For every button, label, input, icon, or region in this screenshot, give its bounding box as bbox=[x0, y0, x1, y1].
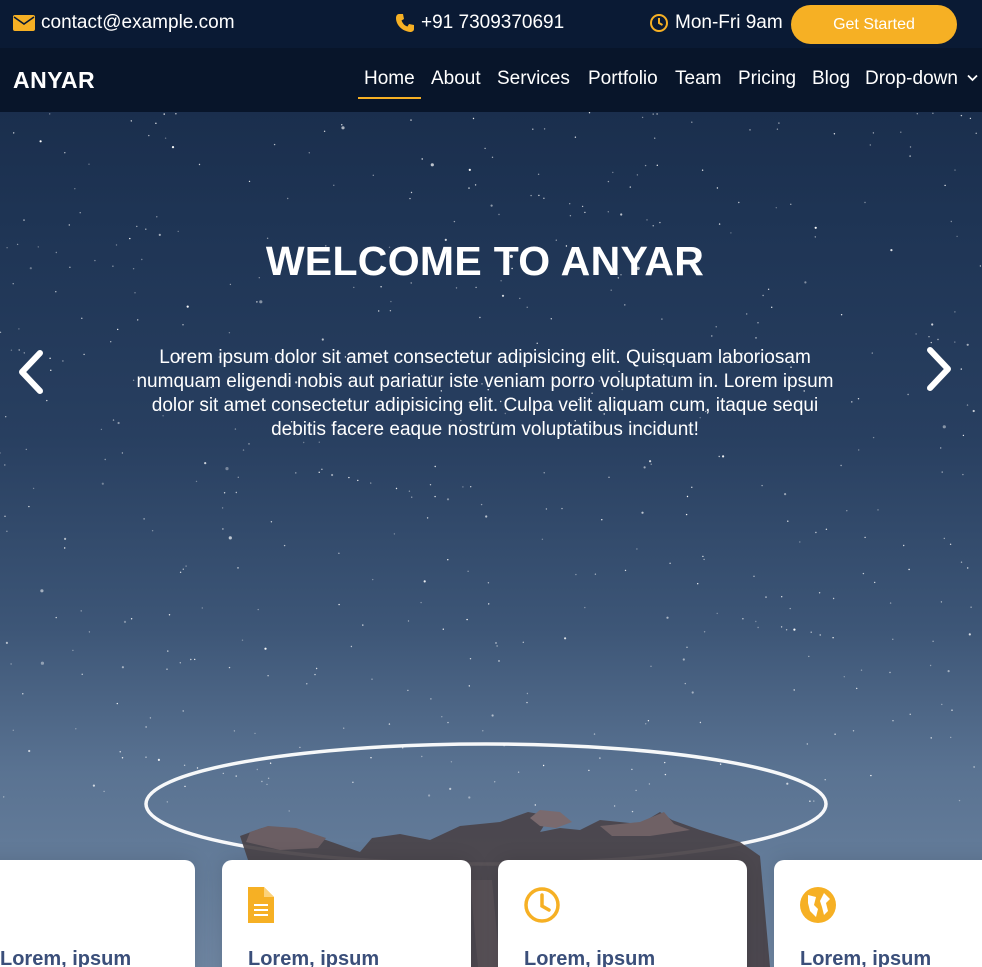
service-card-3[interactable]: Lorem, ipsum bbox=[498, 860, 747, 967]
rock-formation-image bbox=[144, 742, 828, 967]
topbar-hours-text: Mon-Fri 9am bbox=[675, 12, 783, 33]
nav-item-team[interactable]: Team bbox=[675, 68, 721, 90]
document-icon bbox=[248, 887, 274, 923]
clock-icon bbox=[650, 14, 668, 32]
globe-icon bbox=[800, 887, 836, 923]
topbar-email-text[interactable]: contact@example.com bbox=[41, 12, 235, 34]
topbar-email[interactable]: contact@example.com bbox=[13, 11, 235, 35]
sun-icon bbox=[0, 885, 12, 921]
hero-title: WELCOME TO ANYAR bbox=[265, 238, 705, 284]
nav-item-dropdown[interactable]: Drop-down bbox=[865, 68, 978, 90]
navbar: ANYAR Home About Services Portfolio Team… bbox=[0, 48, 982, 112]
card-title: Lorem, ipsum bbox=[248, 948, 380, 967]
chevron-left-icon[interactable] bbox=[14, 349, 44, 395]
envelope-icon bbox=[13, 15, 35, 31]
service-card-1[interactable]: Lorem, ipsum bbox=[0, 860, 195, 967]
topbar-phone[interactable]: +91 7309370691 bbox=[395, 11, 564, 35]
phone-icon bbox=[396, 14, 414, 32]
chevron-down-icon bbox=[967, 74, 978, 82]
nav-item-blog[interactable]: Blog bbox=[812, 68, 850, 90]
card-title: Lorem, ipsum bbox=[800, 948, 932, 967]
card-title: Lorem, ipsum bbox=[0, 948, 132, 967]
topbar-hours: Mon-Fri 9am bbox=[649, 11, 783, 35]
topbar-phone-text[interactable]: +91 7309370691 bbox=[421, 12, 564, 34]
service-card-2[interactable]: Lorem, ipsum bbox=[222, 860, 471, 967]
logo[interactable]: ANYAR bbox=[13, 67, 95, 94]
card-title: Lorem, ipsum bbox=[524, 948, 656, 967]
chevron-right-icon[interactable] bbox=[926, 346, 956, 392]
clock-icon bbox=[524, 887, 560, 923]
nav-item-dropdown-label: Drop-down bbox=[865, 68, 958, 89]
nav-item-about[interactable]: About bbox=[431, 68, 481, 90]
nav-item-pricing[interactable]: Pricing bbox=[738, 68, 796, 90]
service-card-4[interactable]: Lorem, ipsum bbox=[774, 860, 982, 967]
nav-item-portfolio[interactable]: Portfolio bbox=[588, 68, 658, 90]
hero-text: Lorem ipsum dolor sit amet consectetur a… bbox=[136, 347, 834, 440]
topbar: contact@example.com +91 7309370691 Mon-F… bbox=[0, 0, 982, 48]
get-started-button[interactable]: Get Started bbox=[791, 5, 957, 44]
page: contact@example.com +91 7309370691 Mon-F… bbox=[0, 0, 982, 967]
nav-item-services[interactable]: Services bbox=[497, 68, 570, 90]
nav-item-home[interactable]: Home bbox=[358, 68, 421, 99]
